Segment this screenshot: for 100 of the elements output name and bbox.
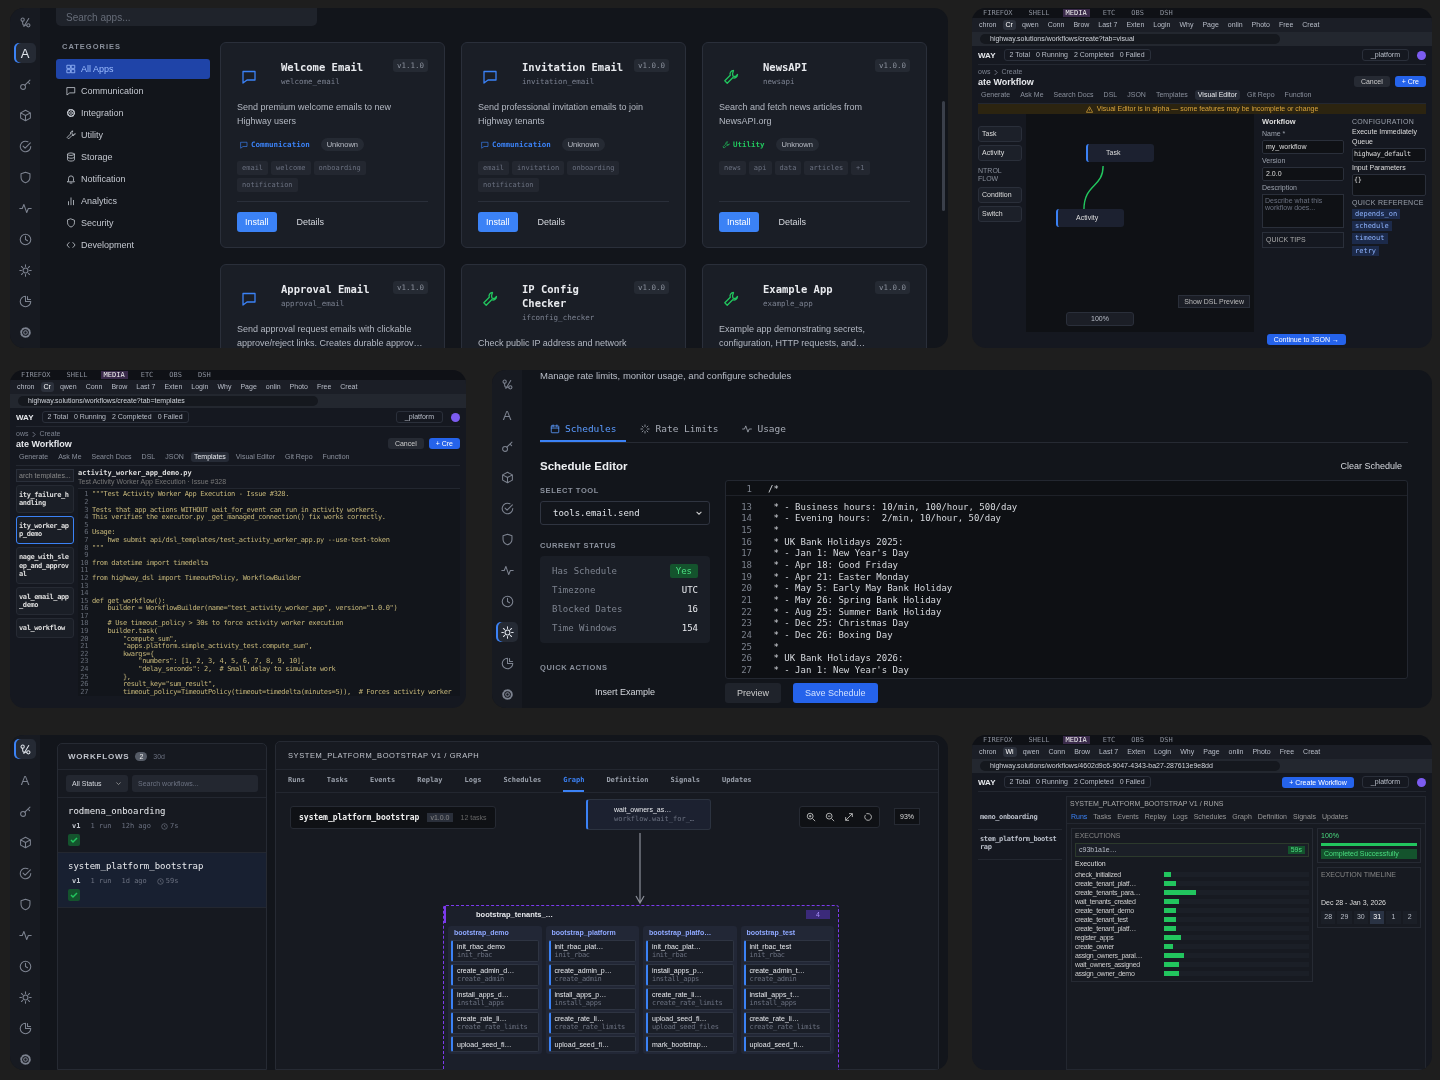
category-item[interactable]: Security xyxy=(56,213,210,233)
details-button[interactable]: Details xyxy=(290,216,331,228)
check-circle-icon xyxy=(18,866,32,880)
code-line: * - Dec 25: Christmas Day xyxy=(772,618,909,629)
pie-chart-icon xyxy=(18,1021,32,1035)
category-item[interactable]: Analytics xyxy=(56,191,210,211)
tab[interactable]: Schedules xyxy=(540,419,627,442)
pie-chart-icon xyxy=(500,656,514,670)
code-line: * - Dec 26: Boxing Day xyxy=(772,630,893,641)
line-number: 16 xyxy=(740,536,752,547)
chat-bubble-icon xyxy=(482,69,498,85)
panel-title: WORKFLOWS xyxy=(68,752,130,761)
pulse-icon xyxy=(18,201,32,215)
category-item[interactable]: Communication xyxy=(56,81,210,101)
nav-button[interactable] xyxy=(496,622,518,642)
clock-icon xyxy=(18,959,32,973)
category-item[interactable]: Development xyxy=(56,235,210,255)
line-number: 22 xyxy=(740,606,752,617)
clear-schedule-button[interactable]: Clear Schedule xyxy=(1334,460,1408,472)
page-subtitle: Manage rate limits, monitor usage, and configure schedules xyxy=(540,370,793,383)
connector-arrow xyxy=(634,833,646,905)
shield-icon xyxy=(18,897,32,911)
category-item[interactable]: Integration xyxy=(56,103,210,123)
code-line: * xyxy=(772,524,779,535)
page-title: ate Workflow xyxy=(978,76,1034,87)
app-name: IP Config Checker xyxy=(522,282,580,310)
clock-icon xyxy=(161,822,169,830)
line-number: 17 xyxy=(740,548,752,559)
code-line: * UK Bank Holidays 2026: xyxy=(772,653,904,664)
code-line: * - May 5: Early May Bank Holiday xyxy=(772,583,953,594)
status-value: 154 xyxy=(681,623,698,633)
grid-icon xyxy=(66,64,76,74)
settings-icon xyxy=(18,1052,32,1066)
app-description: Search and fetch news articles from NewsAPI.org xyxy=(719,101,864,128)
category-item[interactable]: Utility xyxy=(56,125,210,145)
code-icon xyxy=(66,240,76,250)
line-number: 21 xyxy=(740,595,752,606)
code-line: * - Apr 18: Good Friday xyxy=(772,559,899,570)
tool-select[interactable]: tools.email.send xyxy=(540,501,710,525)
code-line: * UK Bank Holidays 2025: xyxy=(772,536,904,547)
category-item[interactable]: All Apps xyxy=(56,59,210,79)
nav-button[interactable]: A xyxy=(14,43,36,63)
code-line: * - Apr 21: Easter Monday xyxy=(772,571,909,582)
insert-example-button[interactable]: Insert Example xyxy=(540,686,710,698)
chat-bubble-icon xyxy=(66,86,76,96)
preview-button[interactable]: Preview xyxy=(725,683,781,703)
nav-button[interactable] xyxy=(14,739,36,759)
app-name: Approval Email xyxy=(281,282,371,296)
install-button[interactable]: Install xyxy=(478,212,518,232)
cube-icon xyxy=(18,108,32,122)
warning-icon xyxy=(1085,105,1093,113)
details-button[interactable]: Details xyxy=(772,216,813,228)
code-line: * - Business hours: 10/min, 100/hour, 500/day xyxy=(772,501,1018,512)
wrench-icon xyxy=(722,140,730,149)
chat-bubble-icon xyxy=(241,291,257,307)
status-label: Timezone xyxy=(552,585,596,595)
zoom-out-icon[interactable] xyxy=(825,812,835,822)
avatar-icon[interactable] xyxy=(1417,777,1426,787)
check-icon xyxy=(68,834,80,846)
page-title: ate Workflow xyxy=(16,438,72,449)
line-number: 13 xyxy=(740,501,752,512)
code-line: * - Aug 25: Summer Bank Holiday xyxy=(772,606,942,617)
cube-icon xyxy=(500,470,514,484)
wrench-icon xyxy=(482,291,498,307)
line-number: 15 xyxy=(740,524,752,535)
nav-button[interactable]: A xyxy=(496,405,518,425)
scrollbar[interactable] xyxy=(942,101,945,211)
install-button[interactable]: Install xyxy=(719,212,759,232)
tab[interactable]: Rate Limits xyxy=(630,419,729,442)
zoom-in-icon[interactable] xyxy=(806,812,816,822)
category-item[interactable]: Notification xyxy=(56,169,210,189)
save-schedule-button[interactable]: Save Schedule xyxy=(793,683,878,703)
line-number: 18 xyxy=(740,559,752,570)
search-field[interactable]: Search apps... xyxy=(56,8,317,26)
chevron-right-icon xyxy=(31,430,37,438)
chat-bubble-icon xyxy=(241,69,257,85)
workflow-icon xyxy=(18,15,32,29)
nav-button[interactable]: A xyxy=(14,770,36,790)
code-line: * - Evening hours: 2/min, 10/hour, 50/day xyxy=(772,513,1001,524)
workflow-name: rodmena_onboarding xyxy=(68,806,167,816)
avatar-icon[interactable] xyxy=(1417,50,1426,60)
tab[interactable]: Usage xyxy=(732,419,796,442)
status-badge: Yes xyxy=(669,564,698,578)
pie-chart-icon xyxy=(18,294,32,308)
line-number: 1 xyxy=(745,483,752,494)
details-button[interactable]: Details xyxy=(531,216,572,228)
calendar-icon xyxy=(550,423,560,434)
brand-name: WAY xyxy=(16,412,34,422)
app-name: Invitation Email xyxy=(522,60,625,74)
install-button[interactable]: Install xyxy=(237,212,277,232)
expand-icon[interactable] xyxy=(844,812,854,822)
line-number: 26 xyxy=(740,653,752,664)
workflow-name: system_platform_bootstrap xyxy=(68,861,205,871)
line-number: 27 xyxy=(740,665,752,676)
avatar-icon[interactable] xyxy=(451,412,460,422)
category-item[interactable]: Storage xyxy=(56,147,210,167)
status-value: UTC xyxy=(681,585,698,595)
reset-icon[interactable] xyxy=(863,812,873,822)
status-label: Has Schedule xyxy=(552,566,618,576)
workflow-icon xyxy=(500,377,514,391)
